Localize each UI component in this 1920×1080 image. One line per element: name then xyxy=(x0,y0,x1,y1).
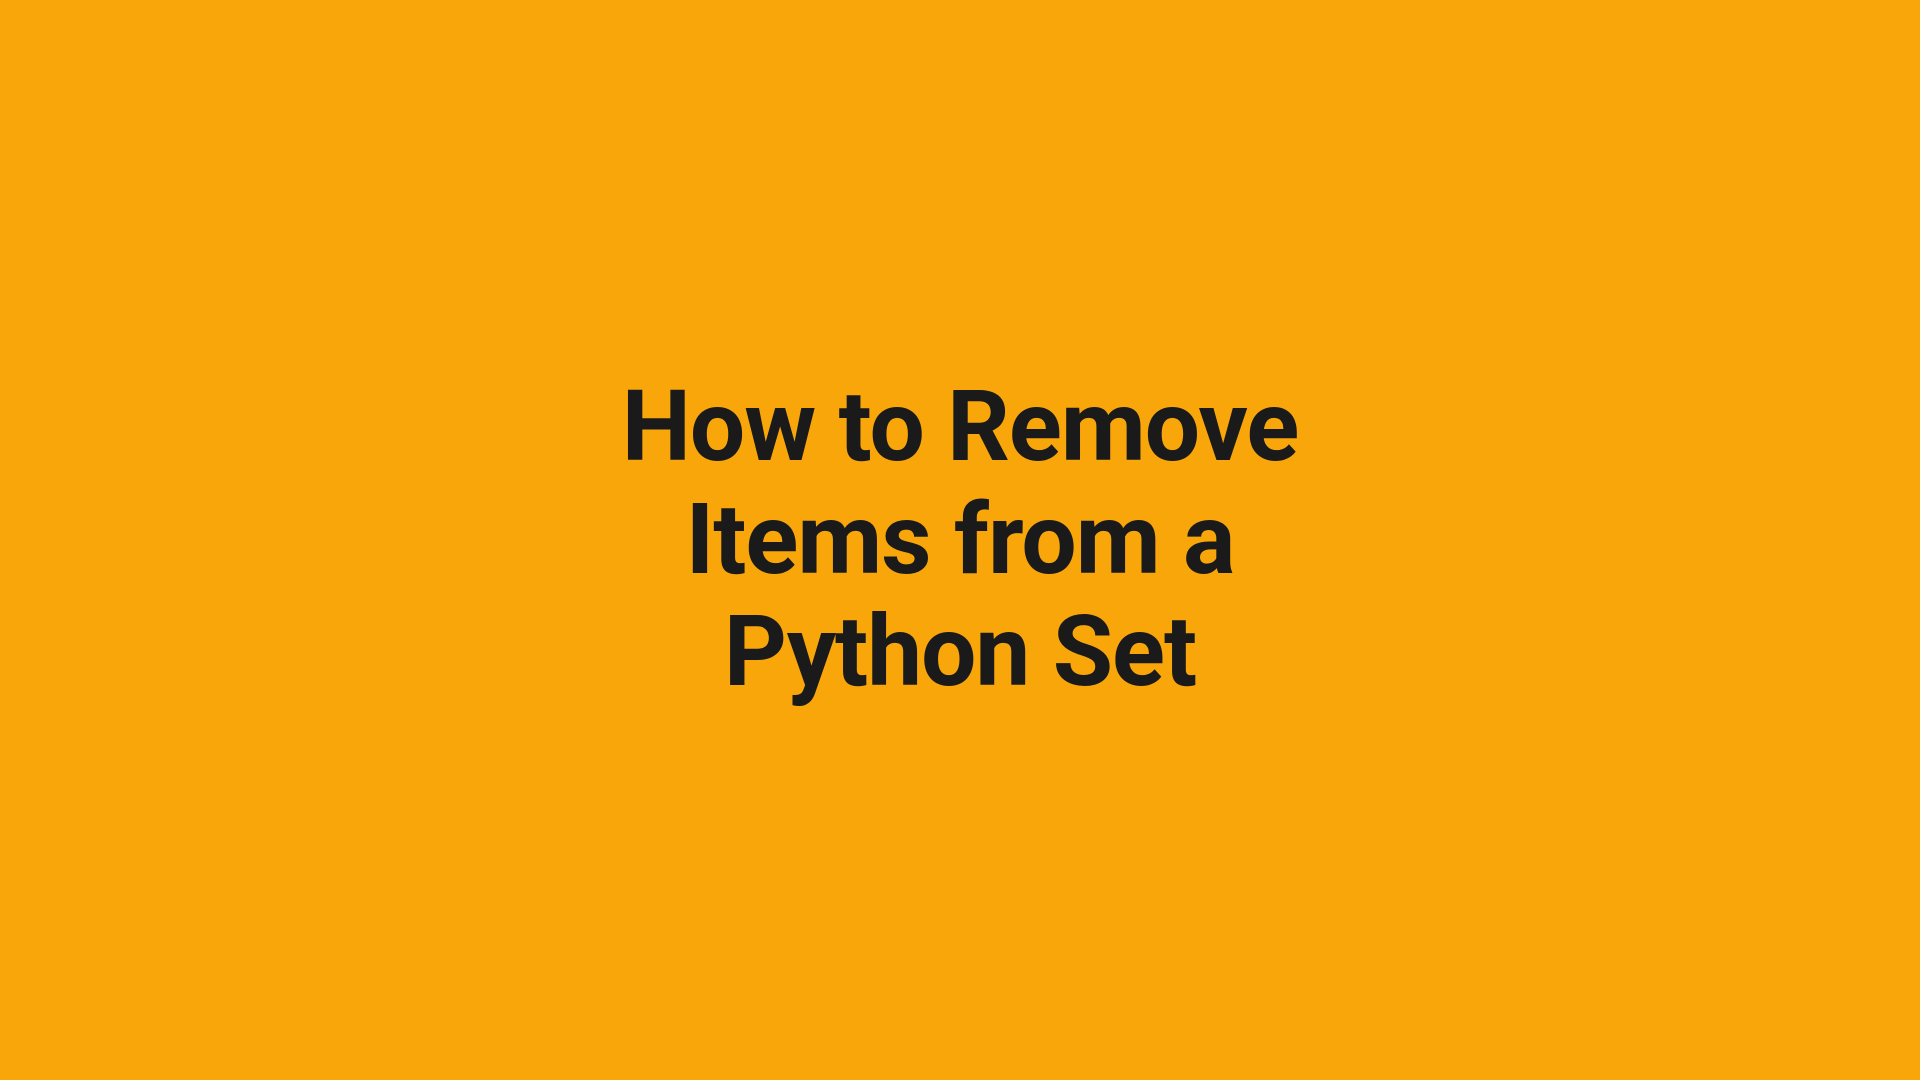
page-title: How to RemoveItems from aPython Set xyxy=(622,371,1299,709)
